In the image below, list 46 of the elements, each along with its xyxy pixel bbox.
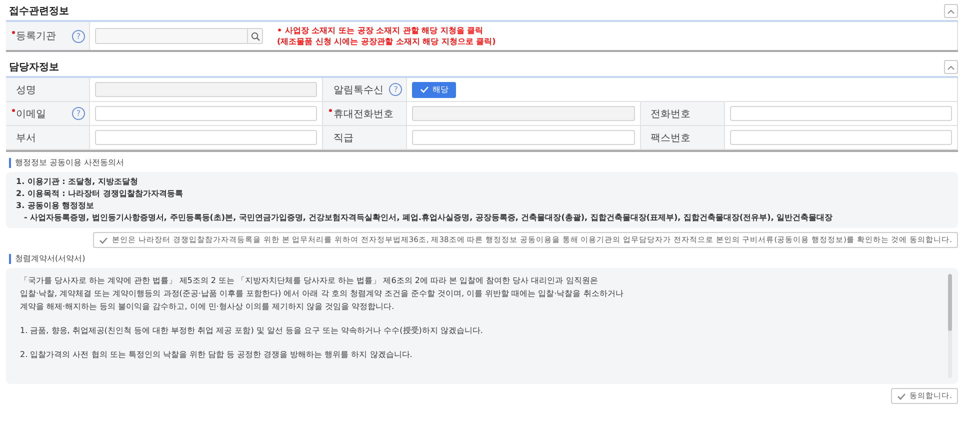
check-icon	[99, 236, 108, 244]
required-mark	[12, 108, 15, 112]
input-field[interactable]	[730, 130, 952, 145]
field-label: 전화번호	[650, 108, 691, 120]
required-mark	[12, 31, 15, 34]
field-label: 직급	[333, 132, 354, 144]
field-label: 휴대전화번호	[333, 108, 394, 120]
subsection-title: 청렴계약서(서약서)	[9, 254, 958, 264]
field-label: 성명	[16, 84, 36, 96]
field-label: 부서	[16, 132, 36, 144]
pledge-paragraph: 2. 입찰가격의 사전 협의 또는 특정인의 낙찰을 위한 담합 등 공정한 경쟁을 방해하는 행위를 하지 않겠습니다.	[20, 349, 414, 361]
scrollbar[interactable]	[948, 274, 952, 378]
required-mark	[329, 108, 332, 112]
chevron-up-icon	[947, 8, 955, 14]
field-label: 등록기관	[16, 30, 56, 43]
consent-text: - 사업자등록증명, 법인등기사항증명서, 주민등록등(초)본, 국민연금가입증명, 건강보험자격득실확인서, 폐업.휴업사실증명, 공장등록증, 건축물대장(총괄), 집합건축물대장(표제부), 집합건축물대장(전유부), 일반건축물대장	[23, 212, 834, 224]
collapse-button[interactable]	[944, 60, 958, 74]
field-label: 이메일	[16, 108, 46, 120]
section-title: 접수관련정보	[9, 5, 69, 18]
notice-text: (제조물품 신청 시에는 공장관할 소재지 해당 지청으로 클릭)	[277, 36, 496, 47]
field-label: 알림톡수신	[333, 84, 384, 96]
field-label: 팩스번호	[650, 132, 691, 144]
section-title: 담당자정보	[9, 61, 59, 74]
search-icon	[250, 32, 260, 40]
consent-text: 1. 이용기관 : 조달청, 지방조달청	[16, 176, 139, 188]
search-button[interactable]	[247, 29, 262, 43]
input-field[interactable]	[730, 106, 952, 121]
scrollbar-thumb[interactable]	[948, 274, 952, 332]
help-button[interactable]: ?	[389, 83, 402, 96]
notice-text: • 사업장 소재지 또는 공장 소재지 관할 해당 지청을 클릭	[277, 25, 484, 36]
chevron-up-icon	[947, 64, 955, 70]
pledge-paragraph: 1. 금품, 향응, 취업제공(친인척 등에 대한 부정한 취업 제공 포함) 및 알선 등을 요구 또는 약속하거나 수수(授受)하지 않겠습니다.	[20, 325, 484, 337]
pledge-paragraph: 「국가를 당사자로 하는 계약에 관한 법률」 제5조의 2 또는 「지방자치단체를 당사자로 하는 법률」 제6조의 2에 따라 본 입찰에 참여한 당사 대리인과 임직원은 입찰·낙찰, 계약체결 또는 계약이행등의 과정(준공·납품 이후를 포함한다) 에서 아래 각 호의 청렴계약 조건을 준수할 것이며, 이를 위반할 때에는 입찰·낙찰을 취소하거나 계약을 해제·해지하는 등의 불이익을 감수하고, 이에 민·형사상 이의를 제기하지 않을 것임을 약정합니다.	[20, 275, 624, 313]
consent-text: 2. 이용목적 : 나라장터 경쟁입찰참가자격등록	[16, 188, 184, 200]
search-field[interactable]	[95, 28, 263, 44]
check-icon	[420, 86, 430, 93]
input-field[interactable]	[95, 130, 318, 145]
help-button[interactable]: ?	[72, 107, 85, 120]
help-button[interactable]: ?	[72, 30, 85, 42]
input-field[interactable]	[95, 106, 318, 121]
collapse-button[interactable]	[944, 4, 958, 18]
check-icon	[896, 392, 906, 400]
toggle-button[interactable]: 해당	[412, 82, 456, 98]
input-field[interactable]	[412, 130, 635, 145]
subsection-title: 행정정보 공동이용 사전동의서	[9, 158, 958, 168]
consent-text: 3. 공동이용 행정정보	[16, 200, 96, 212]
